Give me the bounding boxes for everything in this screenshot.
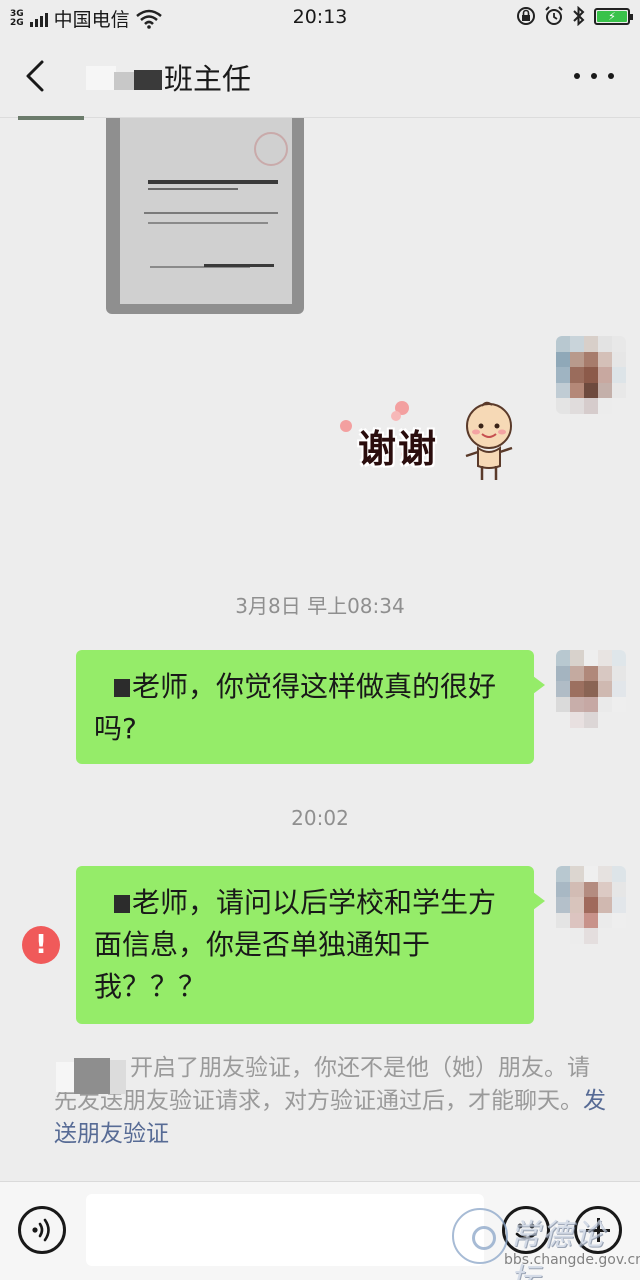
voice-input-icon[interactable]	[18, 1206, 66, 1254]
avatar[interactable]	[556, 336, 626, 414]
message-text: 老师，你觉得这样做真的很好吗?	[94, 670, 497, 745]
send-failed-icon[interactable]: !	[22, 926, 60, 964]
notice-name-redaction	[56, 1058, 126, 1096]
avatar[interactable]	[556, 866, 626, 944]
avatar-edge	[18, 116, 84, 120]
bluetooth-icon	[573, 6, 585, 26]
friend-verification-notice: 开启了朋友验证，你还不是他（她）朋友。请先发送朋友验证请求，对方验证通过后，才能…	[54, 1052, 610, 1151]
name-redaction	[114, 895, 130, 913]
watermark-logo-icon	[452, 1208, 508, 1264]
page-title: 班主任	[164, 62, 252, 96]
message-bubble[interactable]: 老师，你觉得这样做真的很好吗?	[76, 650, 545, 764]
avatar[interactable]	[556, 650, 626, 728]
image-message[interactable]	[106, 118, 304, 314]
chevron-left-icon[interactable]	[18, 56, 58, 96]
voice-wave-icon	[32, 1218, 50, 1242]
watermark-title: 常德论坛	[510, 1218, 606, 1280]
watermark-url: bbs.changde.gov.cn	[504, 1252, 640, 1268]
message-text: 老师，请问以后学校和学生方面信息，你是否单独通知于我？？？	[94, 886, 497, 1003]
status-bar: 3G 2G 中国电信 20:13 ⚡	[0, 0, 640, 34]
contact-name-redaction	[86, 64, 162, 90]
forum-watermark: 常德论坛 bbs.changde.gov.cn	[452, 1208, 640, 1280]
alarm-icon	[545, 6, 563, 25]
name-redaction	[114, 679, 130, 697]
thanks-sticker[interactable]: 谢谢	[336, 396, 520, 492]
lock-rotation-icon	[517, 7, 535, 25]
message-input[interactable]	[86, 1194, 484, 1266]
message-timestamp: 20:02	[291, 806, 349, 830]
message-timestamp: 3月8日 早上08:34	[235, 594, 405, 618]
status-right: ⚡	[516, 6, 633, 26]
more-dots-icon[interactable]	[574, 64, 614, 88]
document-photo	[120, 118, 292, 304]
stamp-mark	[254, 132, 288, 166]
battery-charging-icon: ⚡	[594, 7, 633, 25]
notice-text: 开启了朋友验证，你还不是他（她）朋友。请先发送朋友验证请求，对方验证通过后，才能…	[54, 1055, 590, 1114]
chat-header: 班主任	[0, 34, 640, 118]
message-bubble[interactable]: 老师，请问以后学校和学生方面信息，你是否单独通知于我？？？	[76, 866, 545, 1024]
sticker-text: 谢谢	[358, 426, 439, 471]
